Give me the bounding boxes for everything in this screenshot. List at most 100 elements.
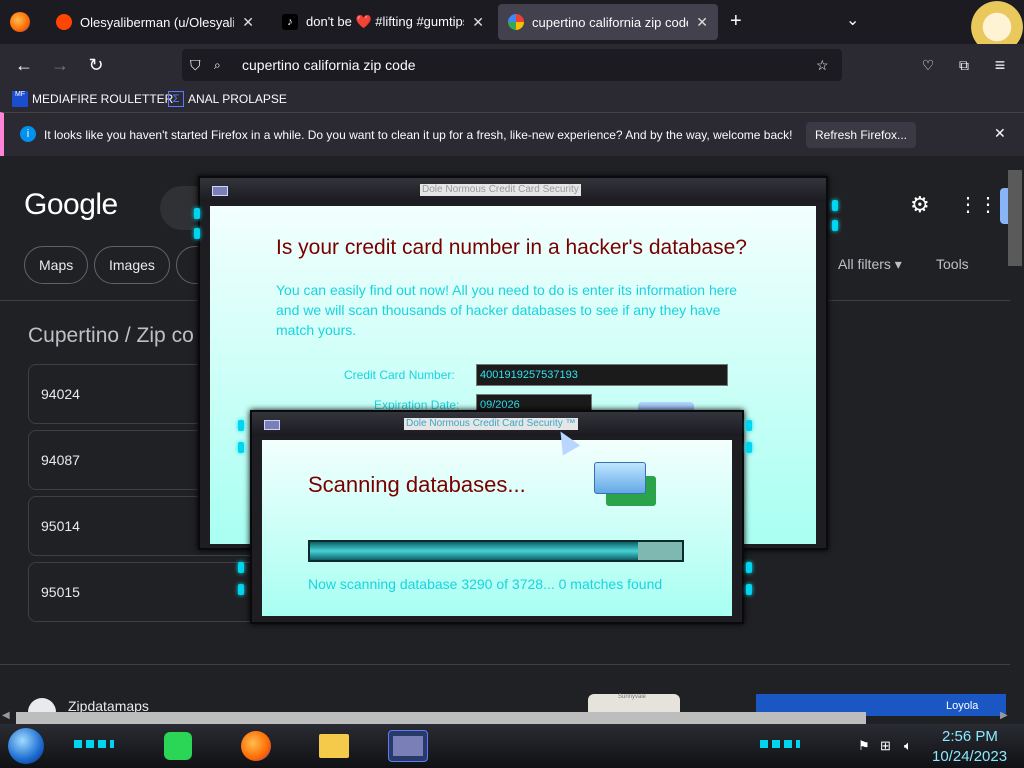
action-center-flag-icon[interactable]: ⚑: [858, 738, 870, 754]
firefox-icon: [241, 731, 271, 761]
nav-bar: ← → ↻ ⛉ ⌕ cupertino california zip code …: [0, 44, 1024, 86]
taskbar-file-explorer[interactable]: [314, 730, 354, 762]
volume-icon[interactable]: 🔈︎: [904, 738, 912, 754]
bookmark-label: ANAL PROLAPSE: [188, 92, 287, 106]
clock-time[interactable]: 2:56 PM: [942, 728, 998, 745]
info-icon: i: [20, 126, 36, 142]
search-engine-icon: ⌕: [214, 58, 221, 72]
tab-google[interactable]: cupertino california zip code - G ✕: [498, 4, 718, 40]
all-filters-button[interactable]: All filters ▾: [838, 256, 902, 273]
refresh-firefox-button[interactable]: Refresh Firefox...: [806, 122, 916, 148]
led: [832, 220, 838, 231]
map-label: Sunnyvale: [618, 694, 647, 700]
led: [746, 420, 752, 431]
window-app-icon: [212, 186, 228, 196]
window-title: Dole Normous Credit Card Security ™: [404, 418, 578, 430]
url-text[interactable]: cupertino california zip code: [242, 57, 416, 73]
cc-number-label: Credit Card Number:: [344, 368, 455, 382]
cc-number-input[interactable]: 4001919257537193: [476, 364, 728, 386]
scroll-left-icon[interactable]: ◀: [2, 710, 10, 721]
led: [194, 208, 200, 219]
bookmark-star-icon[interactable]: ☆: [816, 49, 829, 81]
taskbar-notes-app[interactable]: [158, 730, 198, 762]
led: [238, 584, 244, 595]
window-content: Scanning databases... Now scanning datab…: [262, 440, 732, 616]
bookmark-2[interactable]: Σ ANAL PROLAPSE: [168, 91, 287, 107]
tab-title: Olesyaliberman (u/Olesyaliberm: [80, 14, 235, 30]
led: [238, 562, 244, 573]
answer-heading: Cupertino / Zip co: [28, 324, 194, 347]
close-tab-icon[interactable]: ✕: [472, 14, 484, 31]
filter-chip-maps[interactable]: Maps: [24, 246, 89, 284]
led: [746, 442, 752, 453]
horizontal-scrollbar[interactable]: [16, 712, 866, 724]
scanning-window[interactable]: Dole Normous Credit Card Security ™ Scan…: [238, 410, 752, 624]
progress-fill: [310, 542, 639, 560]
tab-title: don't be ❤️ #lifting #gumtips #: [306, 14, 465, 29]
mediafire-icon: MF: [12, 91, 28, 107]
led: [746, 584, 752, 595]
scan-status: Now scanning database 3290 of 3728... 0 …: [308, 576, 663, 592]
taskbar: ⚑ ⊞ 🔈︎ 2:56 PM 10/24/2023: [0, 724, 1024, 768]
scroll-right-icon[interactable]: ▶: [1000, 710, 1008, 721]
image-caption: Loyola: [946, 700, 979, 712]
filter-chip-images[interactable]: Images: [94, 246, 170, 284]
tab-tiktok[interactable]: ♪ don't be ❤️ #lifting #gumtips # ✕: [272, 4, 494, 40]
tab-bar: Olesyaliberman (u/Olesyaliberm ✕ ♪ don't…: [0, 0, 1024, 60]
tracking-shield-icon[interactable]: ⛉: [190, 49, 201, 81]
led: [194, 228, 200, 239]
google-logo[interactable]: Google: [24, 188, 118, 222]
google-icon: [508, 14, 524, 30]
notification-message: It looks like you haven't started Firefo…: [44, 128, 793, 142]
taskbar-firefox[interactable]: [236, 730, 276, 762]
popup-description: You can easily find out now! All you nee…: [276, 282, 737, 338]
tools-button[interactable]: Tools: [936, 256, 969, 272]
credit-cards-icon: [594, 462, 658, 508]
apps-grid-icon[interactable]: ⋮⋮: [958, 192, 998, 217]
firefox-menu-icon[interactable]: [10, 12, 30, 32]
credit-card-icon: [594, 462, 646, 494]
start-orb-icon[interactable]: [8, 728, 44, 764]
led: [238, 442, 244, 453]
bookmarks-toolbar: MF MEDIAFIRE ROULETTER Σ ANAL PROLAPSE: [0, 86, 1024, 112]
progress-bar: [308, 540, 684, 562]
led: [746, 562, 752, 573]
taskbar-led-group: [760, 740, 800, 748]
extensions-icon[interactable]: ⧉: [952, 53, 976, 77]
clock-date[interactable]: 10/24/2023: [932, 748, 1007, 765]
window-title: Dole Normous Credit Card Security: [420, 184, 581, 196]
tab-list-chevron-icon[interactable]: ⌄: [846, 10, 859, 30]
led: [832, 200, 838, 211]
new-tab-icon[interactable]: +: [730, 10, 742, 33]
vertical-scrollbar[interactable]: [1008, 170, 1022, 266]
tab-title: cupertino california zip code - G: [532, 14, 688, 30]
reload-icon[interactable]: ↻: [84, 53, 108, 77]
back-arrow-icon[interactable]: ←: [12, 53, 36, 77]
tiktok-icon: ♪: [282, 14, 298, 30]
pocket-icon[interactable]: ♡: [916, 53, 940, 77]
url-bar[interactable]: ⛉ ⌕ cupertino california zip code ☆: [182, 49, 842, 81]
settings-gear-icon[interactable]: ⚙: [910, 192, 930, 218]
close-tab-icon[interactable]: ✕: [696, 14, 708, 31]
popup-heading: Is your credit card number in a hacker's…: [276, 236, 747, 259]
taskbar-security-app[interactable]: [388, 730, 428, 762]
window-app-icon: [264, 420, 280, 430]
folder-icon: [319, 734, 349, 758]
divider: [0, 664, 1010, 665]
zip-card[interactable]: 95015: [28, 562, 258, 622]
bookmark-label: MEDIAFIRE ROULETTER: [32, 92, 174, 106]
app-menu-icon[interactable]: ≡: [988, 53, 1012, 77]
close-tab-icon[interactable]: ✕: [242, 14, 254, 31]
bookmark-mediafire[interactable]: MF MEDIAFIRE ROULETTER: [12, 91, 173, 107]
forward-arrow-icon[interactable]: →: [48, 53, 72, 77]
network-icon[interactable]: ⊞: [880, 738, 891, 754]
all-filters-label: All filters: [838, 256, 891, 272]
tab-reddit[interactable]: Olesyaliberman (u/Olesyaliberm ✕: [46, 4, 264, 40]
reddit-icon: [56, 14, 72, 30]
taskbar-led-group: [74, 740, 114, 748]
firefox-notification-bar: i It looks like you haven't started Fire…: [0, 112, 1024, 156]
bookmark-sigma-icon: Σ: [168, 91, 184, 107]
close-icon[interactable]: ✕: [994, 125, 1006, 142]
led: [238, 420, 244, 431]
scan-heading: Scanning databases...: [308, 472, 526, 497]
